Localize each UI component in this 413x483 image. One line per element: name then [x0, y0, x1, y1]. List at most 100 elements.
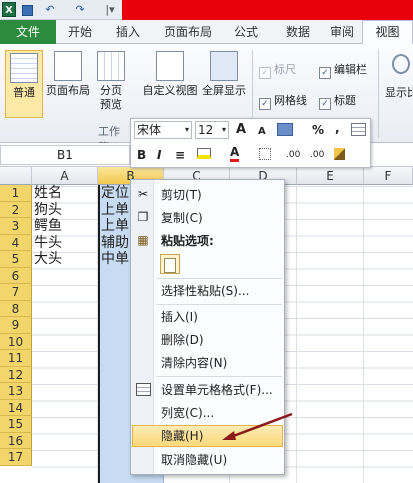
row-header[interactable]: 9 — [0, 317, 32, 334]
row-header[interactable]: 10 — [0, 333, 32, 350]
full-screen-button[interactable]: 全屏显示 — [199, 51, 249, 98]
tab-page-layout[interactable]: 页面布局 — [156, 21, 220, 43]
format-painter-table-icon[interactable] — [351, 123, 366, 136]
row-header[interactable]: 4 — [0, 234, 32, 251]
excel-app-icon[interactable]: X — [2, 2, 16, 17]
row-header[interactable]: 17 — [0, 449, 32, 466]
menu-item-format-cells[interactable]: 设置单元格格式(F)... — [161, 381, 273, 399]
name-box[interactable]: B1 — [0, 145, 130, 165]
cell-b3[interactable]: 上单 — [101, 218, 129, 235]
cell-a1[interactable]: 姓名 — [34, 185, 62, 202]
checkbox-icon: ✓ — [259, 67, 271, 79]
gridlines-checkbox[interactable]: ✓ 网格线 — [259, 94, 307, 110]
menu-item-insert[interactable]: 插入(I) — [161, 308, 198, 326]
cell-b4[interactable]: 辅助 — [101, 235, 129, 252]
chevron-down-icon[interactable]: ▾ — [185, 122, 189, 138]
menu-item-copy[interactable]: 复制(C) — [161, 209, 203, 227]
copy-icon: ❐ — [137, 210, 149, 224]
center-align-button[interactable]: ≡ — [175, 146, 185, 164]
row-header[interactable]: 2 — [0, 201, 32, 218]
menu-separator — [157, 278, 282, 279]
undo-icon[interactable]: ↶ — [40, 2, 60, 17]
row-header[interactable]: 6 — [0, 267, 32, 284]
row-header[interactable]: 5 — [0, 251, 32, 268]
zoom-icon[interactable] — [392, 54, 410, 74]
menu-item-column-width[interactable]: 列宽(C)... — [161, 404, 214, 422]
grow-font-button[interactable]: A — [236, 121, 246, 139]
tab-home[interactable]: 开始 — [60, 21, 100, 43]
tab-file[interactable]: 文件 — [0, 20, 56, 44]
column-header-a[interactable]: A — [32, 167, 98, 185]
row-header[interactable]: 1 — [0, 185, 32, 202]
tab-review[interactable]: 审阅 — [322, 21, 362, 43]
fill-color-icon[interactable] — [197, 148, 211, 159]
row-header[interactable]: 7 — [0, 284, 32, 301]
percent-style-button[interactable]: % — [312, 121, 324, 139]
row-header[interactable]: 13 — [0, 383, 32, 400]
font-size-field[interactable]: 12 ▾ — [195, 121, 229, 139]
row-header[interactable]: 16 — [0, 432, 32, 449]
increase-decimal-button[interactable]: .00 — [286, 146, 300, 164]
custom-views-icon — [156, 51, 184, 81]
redo-icon[interactable]: ↷ — [70, 2, 90, 17]
customize-quick-access-icon[interactable]: |▾ — [100, 2, 120, 17]
cell-a4[interactable]: 牛头 — [34, 235, 62, 252]
paste-icon: ▦ — [137, 233, 149, 247]
select-all-corner[interactable] — [0, 167, 32, 185]
scissors-icon: ✂ — [137, 187, 149, 201]
row-header[interactable]: 14 — [0, 399, 32, 416]
custom-views-button[interactable]: 自定义视图 — [141, 51, 199, 98]
normal-view-icon — [10, 53, 38, 83]
menu-item-clear-contents[interactable]: 清除内容(N) — [161, 354, 227, 372]
menu-item-unhide[interactable]: 取消隐藏(U) — [161, 451, 227, 469]
paste-clipboard-icon[interactable] — [160, 254, 180, 274]
cell-a5[interactable]: 大头 — [34, 251, 62, 268]
font-name-field[interactable]: 宋体 ▾ — [134, 121, 192, 139]
menu-separator — [157, 304, 282, 305]
borders-icon[interactable] — [259, 148, 271, 160]
cell-a2[interactable]: 狗头 — [34, 202, 62, 219]
row-header[interactable]: 12 — [0, 366, 32, 383]
formula-bar-checkbox[interactable]: ✓ 编辑栏 — [319, 63, 367, 79]
column-header-e[interactable]: E — [297, 167, 364, 185]
menu-item-paste-options: 粘贴选项: — [161, 234, 214, 248]
format-painter-icon[interactable] — [334, 148, 345, 160]
column-header-f[interactable]: F — [364, 167, 413, 185]
page-layout-view-button[interactable]: 页面布局 — [45, 51, 91, 98]
menu-item-cut[interactable]: 剪切(T) — [161, 186, 202, 204]
font-color-button[interactable]: A — [230, 145, 240, 162]
ruler-checkbox[interactable]: ✓ 标尺 — [259, 63, 296, 79]
checkbox-icon: ✓ — [319, 98, 331, 110]
menu-item-delete[interactable]: 删除(D) — [161, 331, 204, 349]
row-header[interactable]: 11 — [0, 350, 32, 367]
menu-item-paste-special[interactable]: 选择性粘贴(S)... — [161, 282, 249, 300]
row-header[interactable]: 8 — [0, 300, 32, 317]
page-break-preview-button[interactable]: 分页 预览 — [95, 51, 127, 112]
cell-styles-icon[interactable] — [277, 123, 293, 136]
cell-b2[interactable]: 上单 — [101, 202, 129, 219]
row-header[interactable]: 15 — [0, 416, 32, 433]
format-cells-icon — [135, 381, 151, 397]
bold-button[interactable]: B — [137, 146, 146, 164]
decrease-decimal-button[interactable]: .00 — [310, 146, 324, 164]
cell-b1[interactable]: 定位 — [101, 185, 129, 202]
comma-style-button[interactable]: , — [335, 119, 340, 137]
tab-insert[interactable]: 插入 — [108, 21, 148, 43]
italic-button[interactable]: I — [157, 146, 161, 164]
cell-b5[interactable]: 中单 — [101, 251, 129, 268]
menu-item-hide[interactable]: 隐藏(H) — [161, 427, 203, 445]
checkbox-icon: ✓ — [259, 98, 271, 110]
tab-data[interactable]: 数据 — [278, 21, 318, 43]
menu-separator — [157, 376, 282, 377]
headings-checkbox[interactable]: ✓ 标题 — [319, 94, 356, 110]
tab-formulas[interactable]: 公式 — [226, 21, 266, 43]
cell-a3[interactable]: 鳄鱼 — [34, 218, 62, 235]
normal-view-button[interactable]: 普通 — [5, 50, 43, 118]
page-break-icon — [97, 51, 125, 81]
row-header[interactable]: 3 — [0, 218, 32, 235]
chevron-down-icon[interactable]: ▾ — [222, 122, 226, 138]
shrink-font-button[interactable]: A — [258, 123, 266, 141]
annotation-arrow-icon — [222, 412, 293, 440]
tab-view[interactable]: 视图 — [362, 20, 413, 45]
save-icon[interactable] — [22, 2, 33, 17]
